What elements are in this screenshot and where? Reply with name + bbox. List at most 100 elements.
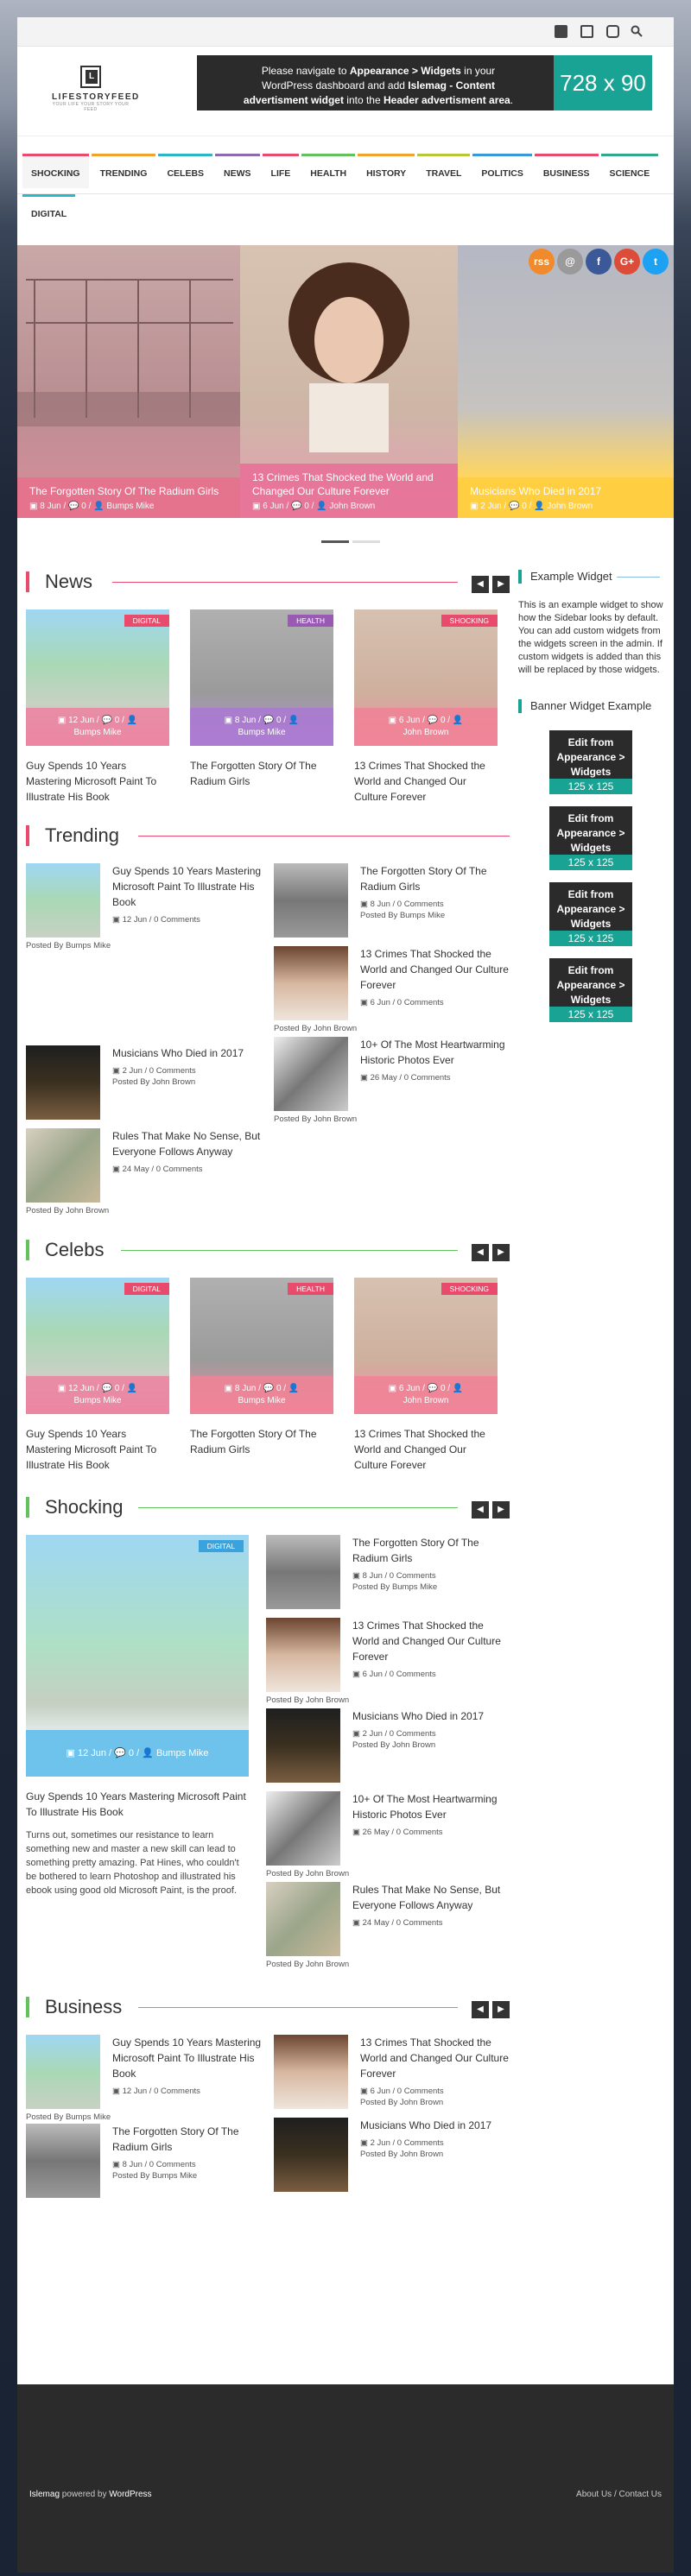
category-badge[interactable]: HEALTH [288, 615, 333, 627]
list-item[interactable]: 13 Crimes That Shocked the World and Cha… [266, 1618, 504, 1692]
footer-wordpress-link[interactable]: WordPress [109, 2490, 151, 2499]
list-item[interactable]: 13 Crimes That Shocked the World and Cha… [274, 2035, 510, 2109]
post-card[interactable]: SHOCKING ▣ 6 Jun / 💬 0 / 👤 John Brown 13 … [354, 609, 498, 805]
list-item[interactable]: Musicians Who Died in 2017 ▣ 2 Jun / 0 Co… [274, 2118, 510, 2192]
category-badge[interactable]: HEALTH [288, 1283, 333, 1295]
post-title[interactable]: 13 Crimes That Shocked the World and Cha… [360, 2035, 510, 2081]
nav-item-politics[interactable]: POLITICS [472, 154, 532, 188]
list-item[interactable]: The Forgotten Story Of The Radium Girls ▣… [26, 2124, 262, 2198]
category-badge[interactable]: DIGITAL [124, 615, 169, 627]
footer-link-contact[interactable]: Contact Us [619, 2490, 662, 2499]
prev-arrow-icon[interactable]: ◀ [472, 1244, 489, 1261]
featured-post[interactable]: DIGITAL ▣ 12 Jun / 💬 0 / 👤 Bumps Mike Gu… [26, 1535, 249, 1969]
prev-arrow-icon[interactable]: ◀ [472, 2001, 489, 2018]
post-title[interactable]: The Forgotten Story Of The Radium Girls [190, 1426, 333, 1457]
category-badge[interactable]: SHOCKING [441, 615, 498, 627]
list-item[interactable]: Guy Spends 10 Years Mastering Microsoft … [26, 863, 262, 938]
banner-ad[interactable]: Edit from Appearance > Widgets 125 x 125 [549, 806, 632, 870]
post-title[interactable]: Musicians Who Died in 2017 [360, 2118, 491, 2133]
post-title[interactable]: 13 Crimes That Shocked the World and Cha… [352, 1618, 504, 1664]
slide[interactable]: The Forgotten Story Of The Radium Girls … [17, 245, 240, 518]
post-comments: 0 Comments [396, 2138, 444, 2148]
list-item[interactable]: Musicians Who Died in 2017 ▣ 2 Jun / 0 Co… [26, 1045, 262, 1120]
post-card[interactable]: DIGITAL ▣ 12 Jun / 💬 0 / 👤 Bumps Mike Guy… [26, 609, 169, 805]
post-card[interactable]: DIGITAL ▣ 12 Jun / 💬 0 / 👤 Bumps Mike Guy… [26, 1278, 169, 1473]
post-card[interactable]: SHOCKING ▣ 6 Jun / 💬 0 / 👤 John Brown 13 … [354, 1278, 498, 1473]
next-arrow-icon[interactable]: ▶ [492, 2001, 510, 2018]
post-title[interactable]: The Forgotten Story Of The Radium Girls [112, 2124, 262, 2155]
post-title[interactable]: The Forgotten Story Of The Radium Girls [190, 758, 333, 789]
nav-item-trending[interactable]: TRENDING [91, 154, 156, 188]
nav-item-celebs[interactable]: CELEBS [158, 154, 213, 188]
slide[interactable]: Musicians Who Died in 2017 ▣ 2 Jun / 💬 0… [458, 245, 674, 518]
slide[interactable]: 13 Crimes That Shocked the World and Cha… [240, 245, 458, 518]
nav-item-health[interactable]: HEALTH [301, 154, 356, 188]
post-title[interactable]: 13 Crimes That Shocked the World and Cha… [354, 1426, 498, 1473]
banner-ad[interactable]: Edit from Appearance > Widgets 125 x 125 [549, 882, 632, 946]
post-title[interactable]: The Forgotten Story Of The Radium Girls [352, 1535, 504, 1566]
footer-link-about[interactable]: About Us [576, 2490, 612, 2499]
prev-arrow-icon[interactable]: ◀ [472, 576, 489, 593]
list-item[interactable]: 13 Crimes That Shocked the World and Cha… [274, 946, 510, 1020]
slide-title[interactable]: 13 Crimes That Shocked the World and Cha… [252, 470, 446, 498]
facebook-icon[interactable] [555, 25, 567, 38]
nav-item-life[interactable]: LIFE [262, 154, 300, 188]
nav-item-travel[interactable]: TRAVEL [417, 154, 471, 188]
nav-item-business[interactable]: BUSINESS [534, 154, 599, 188]
post-title[interactable]: 10+ Of The Most Heartwarming Historic Ph… [360, 1037, 510, 1068]
next-arrow-icon[interactable]: ▶ [492, 1244, 510, 1261]
nav-item-news[interactable]: NEWS [215, 154, 260, 188]
slider-dot[interactable] [321, 540, 349, 543]
category-badge[interactable]: DIGITAL [198, 1540, 244, 1552]
email-icon[interactable]: @ [557, 249, 583, 275]
post-title[interactable]: Guy Spends 10 Years Mastering Microsoft … [26, 758, 169, 805]
post-title[interactable]: Guy Spends 10 Years Mastering Microsoft … [26, 1426, 169, 1473]
next-arrow-icon[interactable]: ▶ [492, 576, 510, 593]
post-card[interactable]: HEALTH ▣ 8 Jun / 💬 0 / 👤 Bumps Mike The F… [190, 1278, 333, 1473]
instagram-icon[interactable] [606, 25, 619, 38]
trending-col: Guy Spends 10 Years Mastering Microsoft … [26, 863, 262, 1215]
nav-item-digital[interactable]: DIGITAL [22, 194, 76, 229]
post-title[interactable]: Musicians Who Died in 2017 [352, 1708, 484, 1724]
post-title[interactable]: Guy Spends 10 Years Mastering Microsoft … [112, 863, 262, 910]
twitter-icon[interactable] [580, 25, 593, 38]
nav-item-science[interactable]: SCIENCE [600, 154, 659, 188]
twitter-icon[interactable]: t [643, 249, 669, 275]
nav-item-history[interactable]: HISTORY [358, 154, 415, 188]
facebook-icon[interactable]: f [586, 249, 612, 275]
list-item[interactable]: The Forgotten Story Of The Radium Girls ▣… [266, 1535, 504, 1609]
post-title[interactable]: Guy Spends 10 Years Mastering Microsoft … [26, 1789, 249, 1820]
post-title[interactable]: Rules That Make No Sense, But Everyone F… [352, 1882, 504, 1913]
slider-dot[interactable] [352, 540, 380, 543]
post-card[interactable]: HEALTH ▣ 8 Jun / 💬 0 / 👤 Bumps Mike The F… [190, 609, 333, 805]
category-badge[interactable]: SHOCKING [441, 1283, 498, 1295]
post-title[interactable]: 10+ Of The Most Heartwarming Historic Ph… [352, 1791, 504, 1822]
search-icon[interactable] [631, 25, 643, 37]
post-title[interactable]: Rules That Make No Sense, But Everyone F… [112, 1128, 262, 1159]
slide-title[interactable]: The Forgotten Story Of The Radium Girls [29, 484, 228, 498]
banner-ad[interactable]: Edit from Appearance > Widgets 125 x 125 [549, 730, 632, 794]
post-author: Bumps Mike [73, 1396, 122, 1405]
google-plus-icon[interactable]: G+ [614, 249, 640, 275]
nav-item-shocking[interactable]: SHOCKING [22, 154, 89, 188]
post-title[interactable]: Musicians Who Died in 2017 [112, 1045, 244, 1061]
post-title[interactable]: The Forgotten Story Of The Radium Girls [360, 863, 510, 894]
rss-icon[interactable]: rss [529, 249, 555, 275]
post-title[interactable]: 13 Crimes That Shocked the World and Cha… [354, 758, 498, 805]
banner-ad[interactable]: Edit from Appearance > Widgets 125 x 125 [549, 958, 632, 1022]
site-logo[interactable]: L LIFESTORYFEED YOUR LIFE YOUR STORY YOU… [52, 66, 138, 114]
prev-arrow-icon[interactable]: ◀ [472, 1501, 489, 1518]
list-item[interactable]: Musicians Who Died in 2017 ▣ 2 Jun / 0 Co… [266, 1708, 504, 1783]
slide-title[interactable]: Musicians Who Died in 2017 [470, 484, 662, 498]
list-item[interactable]: Rules That Make No Sense, But Everyone F… [26, 1128, 262, 1203]
list-item[interactable]: 10+ Of The Most Heartwarming Historic Ph… [266, 1791, 504, 1866]
next-arrow-icon[interactable]: ▶ [492, 1501, 510, 1518]
list-item[interactable]: Guy Spends 10 Years Mastering Microsoft … [26, 2035, 262, 2109]
list-item[interactable]: Rules That Make No Sense, But Everyone F… [266, 1882, 504, 1956]
list-item[interactable]: 10+ Of The Most Heartwarming Historic Ph… [274, 1037, 510, 1111]
post-title[interactable]: Guy Spends 10 Years Mastering Microsoft … [112, 2035, 262, 2081]
list-item[interactable]: The Forgotten Story Of The Radium Girls ▣… [274, 863, 510, 938]
category-badge[interactable]: DIGITAL [124, 1283, 169, 1295]
post-title[interactable]: 13 Crimes That Shocked the World and Cha… [360, 946, 510, 993]
footer-theme-link[interactable]: Islemag [29, 2490, 60, 2499]
